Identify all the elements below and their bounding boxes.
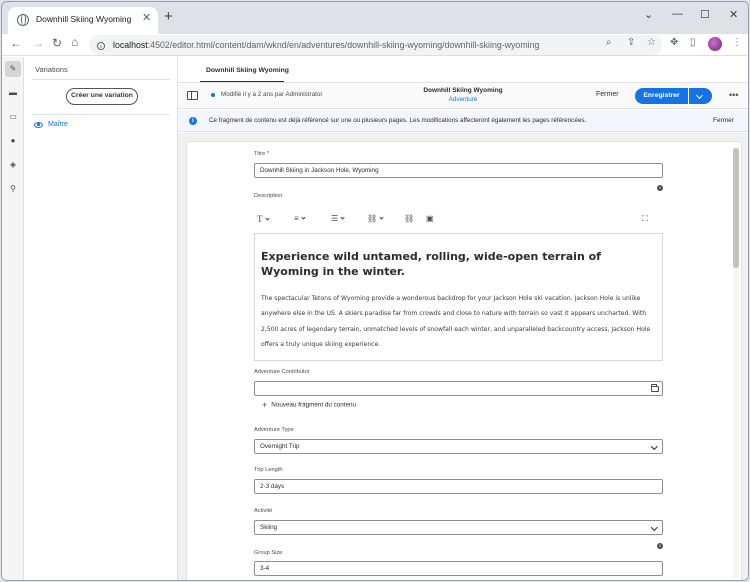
create-variation-button[interactable]: Créer une variation [66,88,138,105]
list-button[interactable]: ☰ [331,214,345,223]
activity-label: Activité [254,508,273,514]
new-fragment-button[interactable]: + Nouveau fragment du contenu [262,400,356,410]
fullscreen-icon[interactable]: ⛶ [642,214,648,224]
modified-status: Modifié il y a 2 ans par Administrator [221,91,323,98]
rte-toolbar: T ≡ ☰ ⛓ ⛓ ▣ ⛶ [254,214,663,228]
new-tab-button[interactable]: + [164,8,173,25]
status-dot [211,93,215,97]
layers-icon[interactable]: ◈ [5,157,21,173]
divider [32,79,170,80]
group-size-info-icon[interactable]: i [657,543,663,549]
reload-icon[interactable]: ↻ [52,36,62,50]
contributor-field[interactable] [254,381,648,396]
save-menu-chevron-icon[interactable] [689,88,712,104]
fragment-model-link[interactable]: Adventure [403,96,523,103]
variation-master[interactable]: Maître [34,121,68,128]
type-label: Adventure Type [254,427,294,433]
minimize-icon[interactable]: — [672,8,683,20]
link-button[interactable]: ⛓ [367,214,384,223]
close-button[interactable]: Fermer [596,91,619,98]
browse-button[interactable] [647,381,663,396]
folder-icon [651,384,659,392]
zoom-icon[interactable]: ⌕ [606,37,612,48]
comment-icon[interactable]: ▬ [5,85,21,101]
title-field[interactable]: Downhill Skiing in Jackson Hole, Wyoming [254,163,663,178]
activity-select[interactable]: Skiing [254,520,663,535]
plus-icon: + [262,400,268,410]
globe-icon [17,14,29,26]
profile-avatar[interactable] [708,37,722,51]
adventure-type-select[interactable]: Overnight Trip [254,439,663,454]
insert-asset-icon[interactable]: ▣ [426,214,434,223]
reference-info-bar: i Ce fragment de contenu est déjà référe… [178,110,748,132]
editor-header: Modifié il y a 2 ans par Administrator D… [178,83,748,109]
tab-strip: Downhill Skiing Wyoming ✕ + ⌄ — ☐ ✕ [2,2,748,34]
address-bar[interactable]: i localhost:4502/editor.html/content/dam… [89,35,662,55]
variation-master-label: Maître [48,121,68,128]
editor-main: Downhill Skiing Wyoming Modifié il y a 2… [178,57,748,580]
description-label: Description [254,193,283,199]
align-button[interactable]: ≡ [294,214,306,223]
bookmark-star-icon[interactable]: ☆ [647,37,656,48]
folder-icon[interactable]: ▭ [5,109,21,125]
back-icon[interactable]: ← [10,36,22,50]
url-text: localhost:4502/editor.html/content/dam/w… [113,40,540,50]
unlink-icon[interactable]: ⛓ [404,214,414,223]
description-editor[interactable]: Experience wild untamed, rolling, wide-o… [254,233,663,361]
tab-title: Downhill Skiing Wyoming [36,14,132,24]
info-icon[interactable]: ● [5,133,21,149]
home-icon[interactable]: ⌂ [71,35,78,49]
description-heading: Experience wild untamed, rolling, wide-o… [261,250,601,278]
description-body: The spectacular Tetons of Wyoming provid… [261,295,651,348]
editor-canvas: Titre * Downhill Skiing in Jackson Hole,… [178,133,748,580]
editor-tab[interactable]: Downhill Skiing Wyoming [206,67,289,74]
panel-toggle-icon[interactable] [187,91,198,100]
scrollbar[interactable] [733,148,739,578]
chevron-down-icon [379,215,384,220]
side-panel-icon[interactable]: ▯ [690,37,696,48]
chevron-down-icon [340,215,345,220]
fragment-form: Titre * Downhill Skiing in Jackson Hole,… [186,141,742,580]
group-size-label: Group Size [254,550,283,556]
scroll-thumb[interactable] [733,148,739,268]
window-close-icon[interactable]: ✕ [729,8,738,21]
browser-menu-icon[interactable]: ⋮ [732,37,742,48]
trip-length-field[interactable]: 2-3 days [254,479,663,494]
forward-icon[interactable]: → [32,36,44,50]
contributor-label: Adventure Contributor [254,369,310,375]
chevron-down-icon [264,216,270,221]
aem-editor: ✎ ▬ ▭ ● ◈ ⚲ Variations Créer une variati… [2,57,748,580]
group-size-field[interactable]: 3-4 [254,561,663,576]
info-bar-text: Ce fragment de contenu est déjà référenc… [209,117,587,124]
title-label: Titre * [254,151,269,157]
eye-icon [34,121,43,128]
save-button[interactable]: Enregistrer [635,88,688,104]
variations-title: Variations [35,65,68,74]
tab-close-icon[interactable]: ✕ [142,11,151,24]
search-user-icon[interactable]: ⚲ [5,181,21,197]
description-info-icon[interactable]: i [657,185,663,191]
extensions-icon[interactable]: ✥ [670,37,678,48]
text-format-button[interactable]: T [257,214,270,224]
info-icon: i [189,117,197,125]
more-actions-icon[interactable]: ••• [729,90,738,100]
pencil-icon[interactable]: ✎ [5,61,21,77]
browser-toolbar: ← → ↻ ⌂ i localhost:4502/editor.html/con… [2,34,748,56]
side-rail: ✎ ▬ ▭ ● ◈ ⚲ [2,57,24,580]
site-info-icon[interactable]: i [97,42,105,50]
share-icon[interactable]: ⇪ [627,37,635,48]
chevron-down-icon [301,215,306,220]
length-label: Trip Length [254,467,283,473]
variations-panel: Variations Créer une variation Maître [24,57,178,580]
browser-window: Downhill Skiing Wyoming ✕ + ⌄ — ☐ ✕ ← → … [1,1,749,581]
tab-search-icon[interactable]: ⌄ [644,8,653,21]
new-fragment-label: Nouveau fragment du contenu [271,401,356,409]
info-bar-close-button[interactable]: Fermer [713,117,734,124]
fragment-title: Downhill Skiing Wyoming [423,87,503,94]
browser-tab[interactable]: Downhill Skiing Wyoming ✕ [8,7,158,34]
divider [32,114,170,115]
maximize-icon[interactable]: ☐ [700,8,710,21]
